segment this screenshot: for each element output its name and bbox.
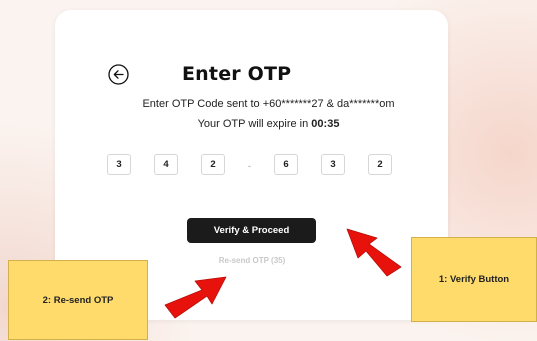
verify-annotation-arrow [346, 228, 402, 277]
annotation-arrows [164, 228, 402, 319]
resend-annotation-arrow [164, 276, 227, 319]
